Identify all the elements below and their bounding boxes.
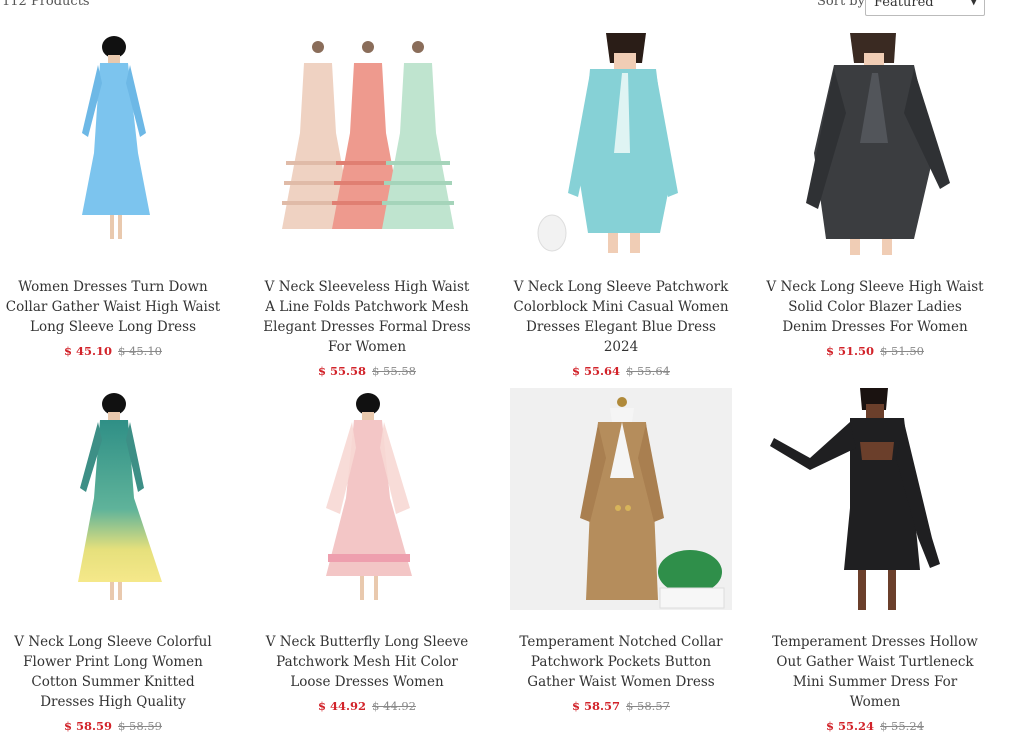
product-card[interactable]: V Neck Butterfly Long Sleeve Patchwork M…	[254, 388, 480, 713]
sort-select-value: Featured	[874, 0, 934, 10]
sale-price: $ 45.10	[64, 344, 113, 358]
product-card[interactable]: Women Dresses Turn Down Collar Gather Wa…	[0, 33, 226, 358]
chevron-down-icon: ▼	[969, 0, 978, 7]
compare-price: $ 55.24	[880, 719, 924, 733]
product-image[interactable]	[764, 33, 986, 255]
sale-price: $ 51.50	[826, 344, 875, 358]
product-image[interactable]	[2, 33, 224, 255]
product-title[interactable]: Temperament Dresses Hollow Out Gather Wa…	[762, 632, 988, 712]
product-image[interactable]	[256, 33, 478, 255]
product-title[interactable]: Women Dresses Turn Down Collar Gather Wa…	[0, 277, 226, 337]
product-card[interactable]: V Neck Long Sleeve Colorful Flower Print…	[0, 388, 226, 733]
product-image[interactable]	[2, 388, 224, 610]
product-card[interactable]: Temperament Dresses Hollow Out Gather Wa…	[762, 388, 988, 733]
product-image[interactable]	[510, 33, 732, 255]
product-card[interactable]: V Neck Long Sleeve High Waist Solid Colo…	[762, 33, 988, 358]
product-prices: $ 44.92 $ 44.92	[254, 699, 480, 713]
product-prices: $ 55.24 $ 55.24	[762, 719, 988, 733]
product-prices: $ 55.58 $ 55.58	[254, 364, 480, 378]
product-prices: $ 55.64 $ 55.64	[508, 364, 734, 378]
compare-price: $ 55.64	[626, 364, 670, 378]
product-prices: $ 58.57 $ 58.57	[508, 699, 734, 713]
compare-price: $ 44.92	[372, 699, 416, 713]
product-card[interactable]: Temperament Notched Collar Patchwork Poc…	[508, 388, 734, 713]
product-card[interactable]: V Neck Sleeveless High Waist A Line Fold…	[254, 33, 480, 378]
product-title[interactable]: V Neck Butterfly Long Sleeve Patchwork M…	[254, 632, 480, 692]
compare-price: $ 58.59	[118, 719, 162, 733]
sort-label: Sort by	[817, 0, 865, 9]
product-prices: $ 51.50 $ 51.50	[762, 344, 988, 358]
product-title[interactable]: V Neck Long Sleeve Patchwork Colorblock …	[508, 277, 734, 357]
sort-select[interactable]: Featured ▼	[865, 0, 985, 16]
sale-price: $ 55.24	[826, 719, 875, 733]
compare-price: $ 58.57	[626, 699, 670, 713]
sale-price: $ 44.92	[318, 699, 367, 713]
compare-price: $ 45.10	[118, 344, 162, 358]
product-image[interactable]	[256, 388, 478, 610]
sale-price: $ 58.57	[572, 699, 621, 713]
product-image[interactable]	[764, 388, 986, 610]
compare-price: $ 55.58	[372, 364, 416, 378]
product-title[interactable]: Temperament Notched Collar Patchwork Poc…	[508, 632, 734, 692]
product-title[interactable]: V Neck Long Sleeve Colorful Flower Print…	[0, 632, 226, 712]
collection-toolbar: 112 Products Sort by Featured ▼	[0, 0, 1024, 18]
product-prices: $ 58.59 $ 58.59	[0, 719, 226, 733]
product-count: 112 Products	[2, 0, 90, 9]
sale-price: $ 55.64	[572, 364, 621, 378]
compare-price: $ 51.50	[880, 344, 924, 358]
product-title[interactable]: V Neck Sleeveless High Waist A Line Fold…	[254, 277, 480, 357]
sale-price: $ 55.58	[318, 364, 367, 378]
product-card[interactable]: V Neck Long Sleeve Patchwork Colorblock …	[508, 33, 734, 378]
product-image[interactable]	[510, 388, 732, 610]
product-prices: $ 45.10 $ 45.10	[0, 344, 226, 358]
product-title[interactable]: V Neck Long Sleeve High Waist Solid Colo…	[762, 277, 988, 337]
sale-price: $ 58.59	[64, 719, 113, 733]
